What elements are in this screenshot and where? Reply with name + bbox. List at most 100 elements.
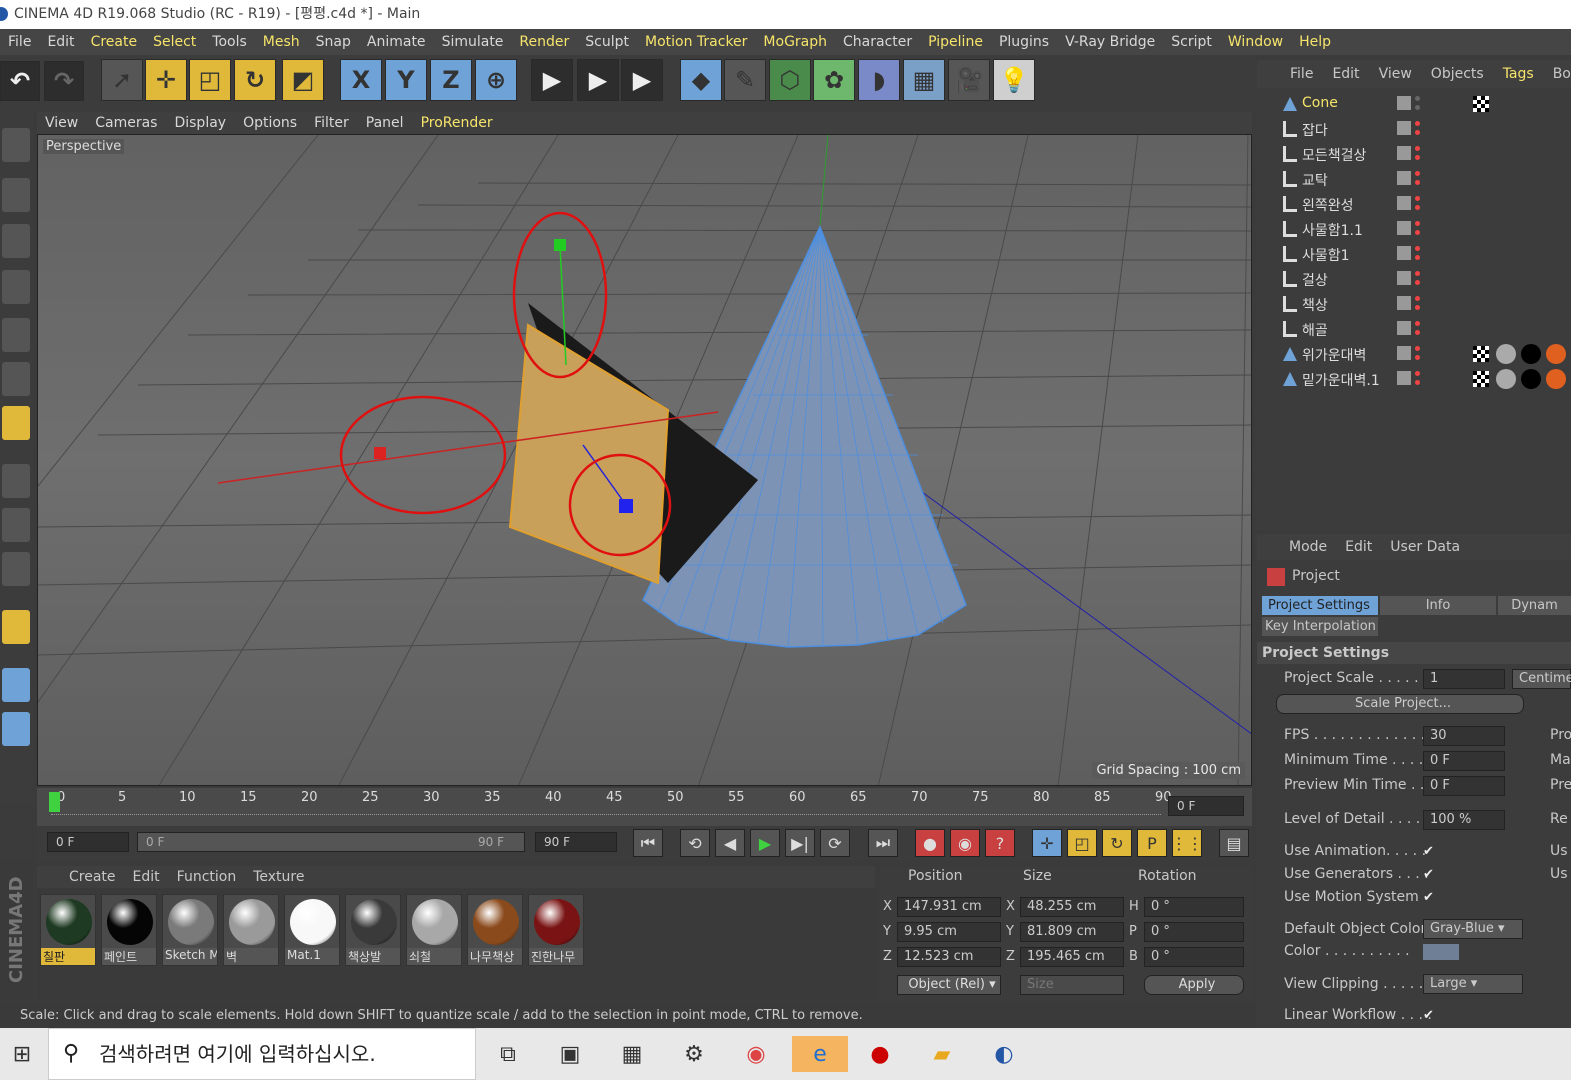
add-floor-button[interactable]: ▦: [903, 59, 945, 101]
tag-icon[interactable]: [1546, 369, 1566, 389]
level-of-detail-field[interactable]: 100 %: [1423, 810, 1505, 830]
project-scale-unit-dropdown[interactable]: Centime: [1512, 669, 1571, 689]
windows-start-icon[interactable]: ⊞: [4, 1036, 40, 1072]
object-menu-view[interactable]: View: [1379, 66, 1412, 82]
object-menu-file[interactable]: File: [1290, 66, 1313, 82]
visibility-toggle[interactable]: [1397, 96, 1411, 110]
timeline-ruler[interactable]: 0 5 10 15 20 25 30 35 40 45 50 55 60 65 70 75 80 85 90 0 F: [37, 788, 1252, 826]
viewport-menu-display[interactable]: Display: [174, 115, 226, 131]
workplane-lock-button[interactable]: [2, 668, 30, 702]
object-row[interactable]: 사물함1.1: [1261, 217, 1571, 241]
rotate-tool-button[interactable]: ↻: [234, 59, 276, 101]
size-mode-dropdown[interactable]: Size: [1020, 975, 1124, 995]
render-visibility-dot[interactable]: [1415, 330, 1420, 335]
visibility-toggle[interactable]: [1397, 271, 1411, 285]
menu-v-ray-bridge[interactable]: V-Ray Bridge: [1057, 34, 1163, 50]
previous-key-button[interactable]: ⟲: [680, 829, 710, 857]
tag-icon[interactable]: [1496, 369, 1516, 389]
y-axis-lock-button[interactable]: Y: [385, 59, 427, 101]
calculator-icon[interactable]: ▦: [614, 1036, 650, 1072]
material-swatch[interactable]: 칠판: [40, 894, 96, 966]
material-swatch[interactable]: Mat.1: [284, 894, 340, 966]
file-explorer-icon[interactable]: ▰: [924, 1036, 960, 1072]
app-icon-network[interactable]: ⚙: [676, 1036, 712, 1072]
taskbar-search-box[interactable]: ⚲ 검색하려면 여기에 입력하십시오.: [48, 1028, 476, 1080]
editor-visibility-dot[interactable]: [1415, 346, 1420, 351]
editor-visibility-dot[interactable]: [1415, 196, 1420, 201]
view-clipping-dropdown[interactable]: Large ▾: [1423, 974, 1523, 994]
chrome-icon[interactable]: ◉: [738, 1036, 774, 1072]
viewport-scene[interactable]: [38, 135, 1252, 786]
add-light-button[interactable]: 💡: [993, 59, 1035, 101]
object-row[interactable]: 잡다: [1261, 117, 1571, 141]
autokeying-button[interactable]: ◉: [950, 829, 980, 857]
editor-visibility-dot[interactable]: [1415, 246, 1420, 251]
x-axis-lock-button[interactable]: X: [340, 59, 382, 101]
object-row[interactable]: 교탁: [1261, 167, 1571, 191]
object-row[interactable]: 위가운대벽: [1261, 342, 1571, 366]
keyframe-selection-button[interactable]: ?: [985, 829, 1015, 857]
menu-simulate[interactable]: Simulate: [434, 34, 512, 50]
preview-min-time-field[interactable]: 0 F: [1423, 776, 1505, 796]
points-mode-button[interactable]: [2, 318, 30, 352]
menu-sculpt[interactable]: Sculpt: [577, 34, 637, 50]
size-x-field[interactable]: 48.255 cm: [1020, 897, 1124, 917]
cinema4d-taskbar-icon[interactable]: ◐: [986, 1036, 1022, 1072]
model-mode-button[interactable]: [2, 178, 30, 212]
visibility-toggle[interactable]: [1397, 221, 1411, 235]
menu-render[interactable]: Render: [511, 34, 577, 50]
visibility-toggle[interactable]: [1397, 296, 1411, 310]
rotation-h-field[interactable]: 0 °: [1144, 897, 1244, 917]
workplane-align-button[interactable]: [2, 712, 30, 746]
render-visibility-dot[interactable]: [1415, 380, 1420, 385]
menu-window[interactable]: Window: [1220, 34, 1291, 50]
snap-button[interactable]: [2, 610, 30, 644]
object-row[interactable]: 밑가운대벽.1: [1261, 367, 1571, 391]
internet-explorer-icon[interactable]: e: [792, 1036, 848, 1072]
default-object-color-dropdown[interactable]: Gray-Blue ▾: [1423, 919, 1523, 939]
tag-icon[interactable]: [1521, 369, 1541, 389]
visibility-toggle[interactable]: [1397, 346, 1411, 360]
task-view-icon[interactable]: ⧉: [490, 1036, 526, 1072]
render-visibility-dot[interactable]: [1415, 155, 1420, 160]
tab-info[interactable]: Info: [1380, 596, 1496, 615]
viewport-menu-options[interactable]: Options: [243, 115, 297, 131]
editor-visibility-dot[interactable]: [1415, 321, 1420, 326]
editor-visibility-dot[interactable]: [1415, 221, 1420, 226]
material-swatch[interactable]: 책상발: [345, 894, 401, 966]
add-cube-button[interactable]: ◆: [680, 59, 722, 101]
menu-mesh[interactable]: Mesh: [255, 34, 308, 50]
menu-motion-tracker[interactable]: Motion Tracker: [637, 34, 755, 50]
linear-workflow-checkbox[interactable]: ✔: [1423, 1008, 1437, 1023]
material-tag-icon[interactable]: [1473, 346, 1489, 362]
viewport-perspective[interactable]: Perspective Grid Spacing : 100 cm: [37, 134, 1252, 786]
menu-mograph[interactable]: MoGraph: [755, 34, 835, 50]
add-camera-button[interactable]: 🎥: [948, 59, 990, 101]
render-visibility-dot[interactable]: [1415, 280, 1420, 285]
visibility-toggle[interactable]: [1397, 146, 1411, 160]
position-z-field[interactable]: 12.523 cm: [897, 947, 1001, 967]
render-visibility-dot[interactable]: [1415, 205, 1420, 210]
tweak-mode-button[interactable]: [2, 508, 30, 542]
material-tag-icon[interactable]: [1473, 96, 1489, 112]
render-settings-button[interactable]: ▶: [621, 59, 663, 101]
render-visibility-dot[interactable]: [1415, 130, 1420, 135]
render-visibility-dot[interactable]: [1415, 105, 1420, 110]
record-parameter-button[interactable]: P: [1137, 829, 1167, 857]
render-visibility-dot[interactable]: [1415, 255, 1420, 260]
play-button[interactable]: ▶: [750, 829, 780, 857]
material-swatch[interactable]: 쇠철: [406, 894, 462, 966]
recorder-icon[interactable]: ●: [862, 1036, 898, 1072]
scale-tool-button[interactable]: ◰: [189, 59, 231, 101]
material-menu-texture[interactable]: Texture: [253, 869, 304, 885]
object-row[interactable]: 왼쪽완성: [1261, 192, 1571, 216]
menu-character[interactable]: Character: [835, 34, 920, 50]
workplane-mode-button[interactable]: [2, 270, 30, 304]
menu-plugins[interactable]: Plugins: [991, 34, 1057, 50]
object-menu-tags[interactable]: Tags: [1503, 66, 1534, 82]
object-row[interactable]: 책상: [1261, 292, 1571, 316]
playhead[interactable]: [49, 792, 60, 812]
preview-range-slider[interactable]: 0 F 90 F: [137, 832, 525, 852]
menu-edit[interactable]: Edit: [39, 34, 82, 50]
menu-animate[interactable]: Animate: [359, 34, 434, 50]
